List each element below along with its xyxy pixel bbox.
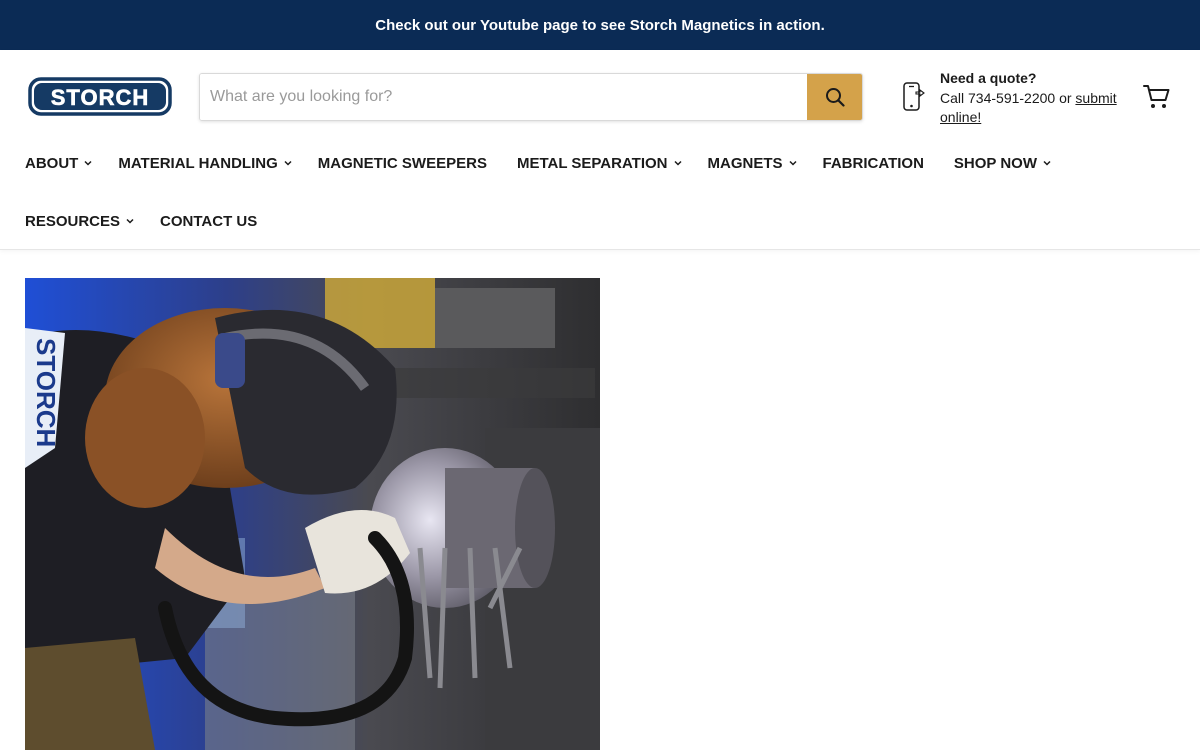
chevron-down-icon (1043, 160, 1051, 166)
chevron-down-icon (788, 160, 797, 166)
nav-contact-us[interactable]: CONTACT US (160, 213, 257, 230)
nav-magnetic-sweepers[interactable]: MAGNETIC SWEEPERS (318, 155, 487, 172)
quote-block: Need a quote? Call 734-591-2200 or submi… (903, 70, 1133, 130)
chevron-down-icon (84, 160, 92, 166)
phone-icon (903, 82, 925, 111)
storch-logo[interactable]: STORCH (28, 77, 172, 116)
nav-shop-now[interactable]: SHOP NOW (954, 155, 1051, 172)
hero-shirt-text: STORCH (31, 338, 61, 447)
nav-fabrication[interactable]: FABRICATION (823, 155, 924, 172)
quote-line: Call 734-591-2200 or submit online! (940, 89, 1130, 127)
nav-row-1: ABOUT MATERIAL HANDLING MAGNETIC SWEEPER… (25, 143, 1051, 183)
nav-material-handling[interactable]: MATERIAL HANDLING (118, 155, 292, 172)
nav-about[interactable]: ABOUT (25, 155, 92, 172)
announcement-bar[interactable]: Check out our Youtube page to see Storch… (0, 0, 1200, 50)
search-button[interactable] (807, 74, 862, 120)
site-header: STORCH Need a quote? Call 734-591-2200 o… (0, 50, 1200, 250)
nav-row-2: RESOURCES CONTACT US (25, 201, 257, 241)
nav-metal-separation[interactable]: METAL SEPARATION (517, 155, 682, 172)
logo-text: STORCH (51, 85, 150, 110)
nav-resources[interactable]: RESOURCES (25, 213, 134, 230)
cart-icon[interactable] (1143, 84, 1171, 110)
search-input[interactable] (200, 74, 807, 120)
chevron-down-icon (126, 218, 134, 224)
quote-title: Need a quote? (940, 70, 1037, 86)
quote-phone-text: Call 734-591-2200 or (940, 90, 1076, 106)
search-icon (825, 88, 845, 107)
search-bar (199, 73, 863, 121)
announcement-text[interactable]: Check out our Youtube page to see Storch… (375, 17, 825, 34)
hero-welder-image: STORCH (25, 278, 600, 750)
nav-magnets[interactable]: MAGNETS (708, 155, 797, 172)
chevron-down-icon (673, 160, 682, 166)
chevron-down-icon (284, 160, 292, 166)
